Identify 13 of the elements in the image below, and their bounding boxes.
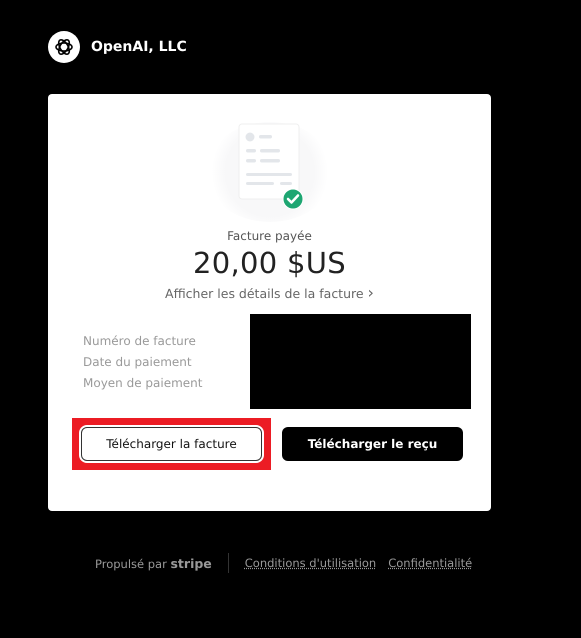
field-label: Moyen de paiement	[83, 376, 202, 390]
footer-link[interactable]: Confidentialité	[388, 556, 472, 570]
logo-icon	[48, 30, 80, 62]
download-button[interactable]: Télécharger le reçu	[282, 427, 463, 461]
download-button[interactable]: Télécharger la facture	[81, 427, 262, 461]
footer-link[interactable]: Conditions d'utilisation	[244, 556, 376, 570]
powered-by-text: Propulsé par stripe	[95, 556, 212, 570]
status-text: Facture payée	[227, 229, 312, 243]
amount: 20,00 $US	[192, 246, 346, 280]
details-link[interactable]: Afficher les détails de la facture ›	[165, 283, 374, 302]
field-label: Numéro de facture	[83, 334, 197, 348]
merchant-name: OpenAI, LLC	[91, 38, 187, 54]
field-label: Date du paiement	[83, 355, 193, 369]
